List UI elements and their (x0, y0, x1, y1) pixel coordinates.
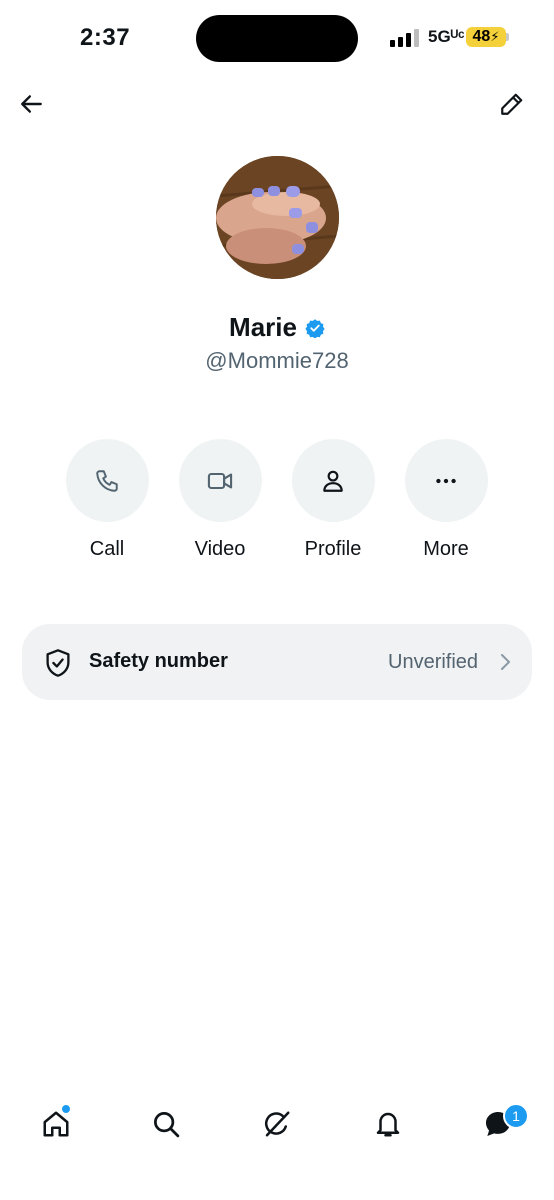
chevron-right-icon (501, 654, 510, 670)
more-button[interactable] (404, 439, 488, 522)
safety-number-row[interactable]: Safety number Unverified (22, 624, 532, 700)
avatar[interactable] (216, 156, 339, 279)
battery-cap (506, 33, 509, 41)
more-dots-icon (436, 478, 456, 483)
video-button[interactable] (178, 439, 262, 522)
video-camera-icon (207, 472, 233, 489)
verified-badge-icon (305, 318, 325, 338)
home-notification-dot (61, 1104, 71, 1114)
safety-status: Unverified (388, 651, 479, 673)
arrow-left-icon (21, 95, 42, 113)
tab-grok[interactable] (257, 1104, 297, 1144)
back-button[interactable] (16, 88, 48, 120)
avatar-image (216, 156, 339, 279)
edit-button[interactable] (496, 88, 528, 120)
profile-handle: @Mommie728 (205, 348, 349, 373)
more-label: More (423, 538, 469, 560)
profile-name: Marie (229, 312, 297, 342)
safety-number-label: Safety number (89, 650, 228, 672)
battery-icon: 48 ⚡ (466, 27, 506, 47)
more-action[interactable]: More (401, 439, 491, 561)
dynamic-island (196, 15, 358, 62)
shield-check-icon (46, 649, 70, 677)
video-action[interactable]: Video (175, 439, 265, 561)
status-time: 2:37 (80, 24, 131, 51)
call-action[interactable]: Call (62, 439, 152, 561)
profile-button[interactable] (291, 439, 375, 522)
profile-action[interactable]: Profile (288, 439, 378, 561)
status-bar: 2:37 5Gᵁᶜ 48 ⚡ (0, 0, 554, 76)
phone-icon (96, 469, 118, 492)
video-label: Video (194, 538, 246, 560)
call-label: Call (89, 538, 125, 560)
search-icon (154, 1112, 180, 1138)
tab-notifications[interactable] (368, 1104, 408, 1144)
network-label: 5Gᵁᶜ (428, 27, 465, 46)
pencil-icon (501, 93, 523, 115)
profile-name-row: Marie (0, 312, 554, 343)
bell-icon (376, 1112, 400, 1137)
signal-icon (390, 29, 419, 47)
call-button[interactable] (65, 439, 149, 522)
grok-icon (264, 1111, 290, 1137)
profile-label: Profile (304, 538, 362, 560)
battery-level: 48 (472, 28, 491, 45)
messages-badge: 1 (503, 1103, 529, 1129)
person-icon (323, 470, 343, 492)
tab-search[interactable] (146, 1104, 186, 1144)
